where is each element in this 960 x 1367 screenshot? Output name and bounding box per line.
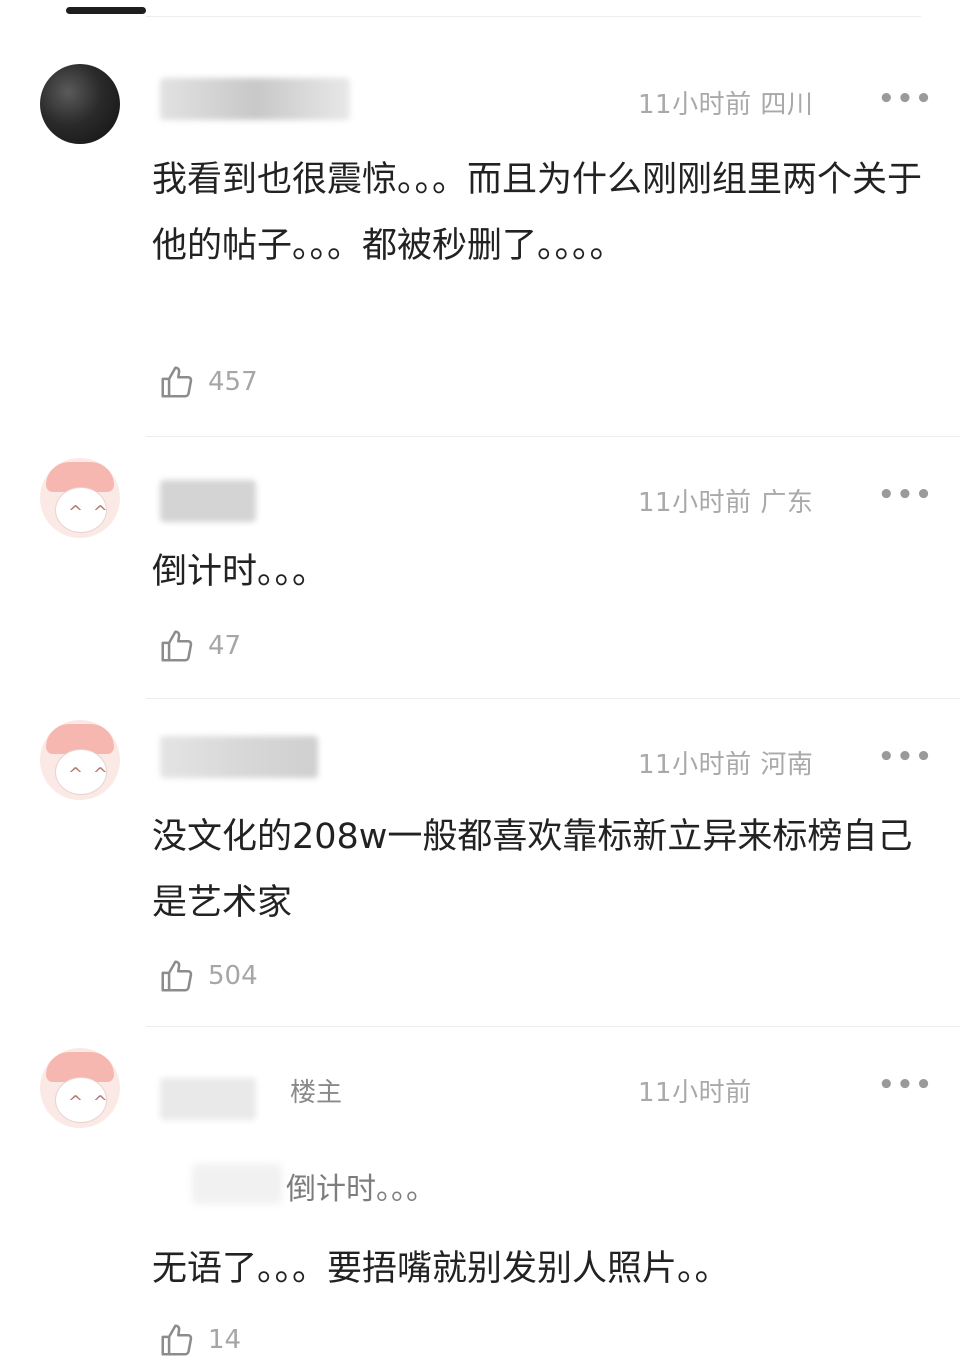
username-redacted[interactable] <box>160 736 318 778</box>
thumbs-up-icon <box>161 366 193 398</box>
quoted-user-redacted <box>192 1164 282 1204</box>
comment-time: 11小时前 <box>638 1078 752 1108</box>
avatar[interactable]: ^ ^ <box>40 720 120 800</box>
like-button[interactable]: 14 <box>158 1320 241 1360</box>
comment-text: 我看到也很震惊。。。而且为什么刚刚组里两个关于他的帖子。。。都被秒删了。。。。 <box>152 160 923 266</box>
comment-item: 11小时前 四川 ••• 我看到也很震惊。。。而且为什么刚刚组里两个关于他的帖子… <box>0 40 960 436</box>
like-button[interactable]: 504 <box>158 956 258 996</box>
like-button[interactable]: 457 <box>158 362 258 402</box>
comment-text: 没文化的208w一般都喜欢靠标新立异来标榜自己是艺术家 <box>152 817 913 923</box>
username-redacted[interactable] <box>160 480 256 522</box>
more-options-icon[interactable]: ••• <box>878 480 934 510</box>
more-options-icon[interactable]: ••• <box>878 1070 934 1100</box>
comment-time: 11小时前 <box>638 750 752 780</box>
avatar[interactable]: ^ ^ <box>40 458 120 538</box>
like-count: 47 <box>208 631 242 661</box>
op-badge: 楼主 <box>290 1078 343 1108</box>
comment-item: ^ ^ 11小时前 广东 ••• 倒计时。。。 47 <box>0 436 960 698</box>
comment-text: 倒计时。。。 <box>152 552 328 592</box>
more-options-icon[interactable]: ••• <box>878 84 934 114</box>
comment-location: 河南 <box>760 750 814 780</box>
drag-handle[interactable] <box>66 7 146 14</box>
avatar[interactable] <box>40 64 120 144</box>
more-options-icon[interactable]: ••• <box>878 742 934 772</box>
like-button[interactable]: 47 <box>158 626 241 666</box>
comment-time: 11小时前 <box>638 90 752 120</box>
comment-location: 广东 <box>760 488 814 518</box>
username-redacted[interactable] <box>160 78 350 120</box>
username-redacted[interactable] <box>160 1078 256 1120</box>
thumbs-up-icon <box>161 1324 193 1356</box>
comment-text: 无语了。。。要捂嘴就别发别人照片。。 <box>152 1249 730 1289</box>
comment-time-location: 11小时前 河南 <box>638 744 813 781</box>
like-count: 457 <box>208 367 258 397</box>
top-divider <box>146 16 921 17</box>
like-count: 14 <box>208 1325 242 1355</box>
thumbs-up-icon <box>161 630 193 662</box>
like-count: 504 <box>208 961 258 991</box>
avatar[interactable]: ^ ^ <box>40 1048 120 1128</box>
quoted-reply-text[interactable]: 倒计时。。。 <box>286 1164 436 1208</box>
comment-item: ^ ^ 11小时前 河南 ••• 没文化的208w一般都喜欢靠标新立异来标榜自己… <box>0 698 960 1026</box>
comment-time: 11小时前 <box>638 488 752 518</box>
comment-item: ^ ^ 楼主 11小时前 ••• 倒计时。。。 无语了。。。要捂嘴就别发别人照片… <box>0 1026 960 1367</box>
comment-time-location: 11小时前 广东 <box>638 482 813 519</box>
comment-time-location: 11小时前 四川 <box>638 84 813 121</box>
comment-location: 四川 <box>760 90 814 120</box>
thumbs-up-icon <box>161 960 193 992</box>
